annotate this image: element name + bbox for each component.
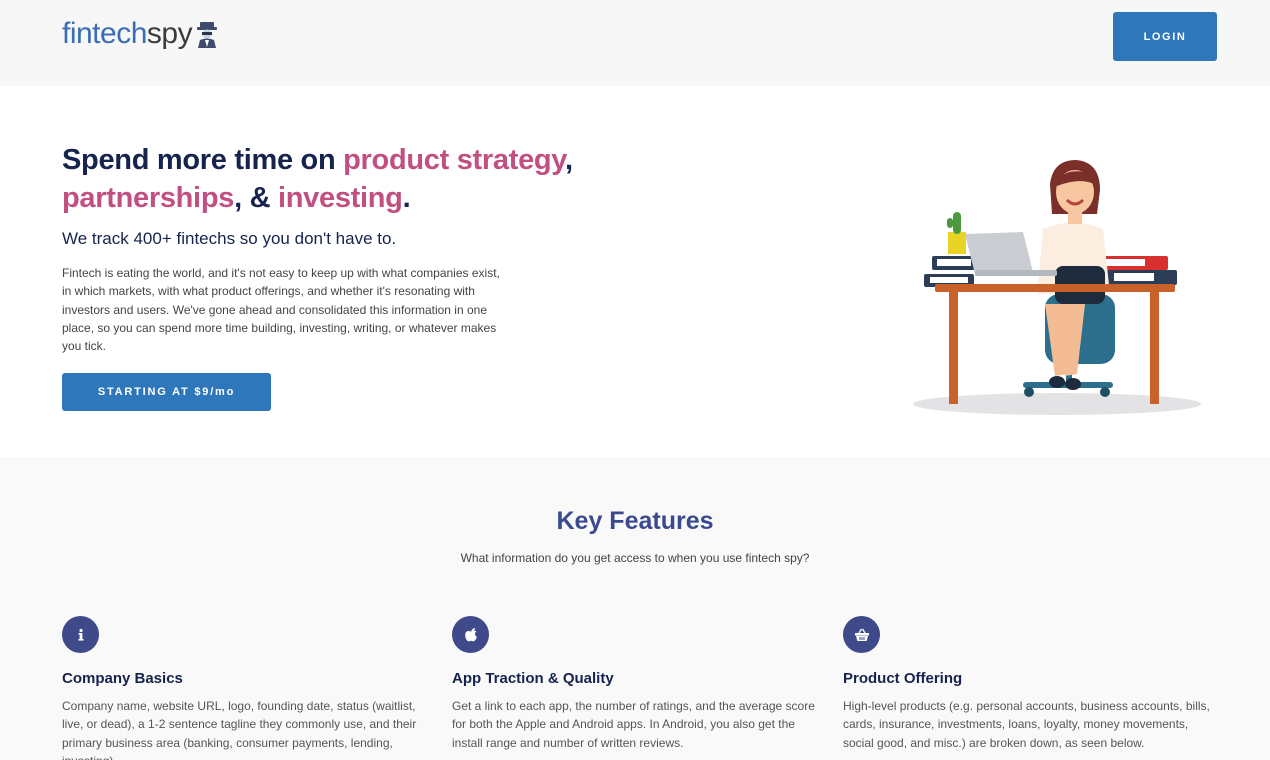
spy-icon	[197, 22, 218, 48]
apple-icon	[452, 616, 489, 653]
feature-title: App Traction & Quality	[452, 670, 614, 687]
logo-text: fintechspy	[62, 17, 193, 50]
feature-description: High-level products (e.g. personal accou…	[843, 699, 1210, 750]
feature-app-traction: App Traction & Quality Get a link to eac…	[452, 616, 822, 752]
feature-title: Product Offering	[843, 670, 963, 687]
top-navbar: fintechspy LOGIN	[0, 0, 1270, 86]
hero-subtitle: We track 400+ fintechs so you don't have…	[62, 229, 397, 248]
woman-at-desk-illustration	[913, 160, 1201, 415]
login-button[interactable]: LOGIN	[1113, 12, 1217, 61]
feature-description: Get a link to each app, the number of ra…	[452, 699, 815, 750]
info-icon	[62, 616, 99, 653]
basket-icon	[843, 616, 880, 653]
key-features-section: Key Features What information do you get…	[0, 457, 1270, 760]
hero-description: Fintech is eating the world, and it's no…	[62, 266, 500, 354]
feature-company-basics: Company Basics Company name, website URL…	[62, 616, 432, 760]
hero-section: Spend more time on product strategy, part…	[0, 86, 1270, 457]
feature-title: Company Basics	[62, 670, 183, 687]
fintechspy-logo[interactable]: fintechspy	[62, 14, 218, 54]
features-subtitle: What information do you get access to wh…	[460, 551, 810, 565]
hero-title: Spend more time on product strategy, part…	[62, 144, 573, 214]
pricing-cta-button[interactable]: STARTING AT $9/mo	[62, 373, 271, 411]
feature-product-offering: Product Offering High-level products (e.…	[843, 616, 1213, 752]
feature-description: Company name, website URL, logo, foundin…	[62, 699, 417, 760]
features-title: Key Features	[556, 507, 714, 535]
